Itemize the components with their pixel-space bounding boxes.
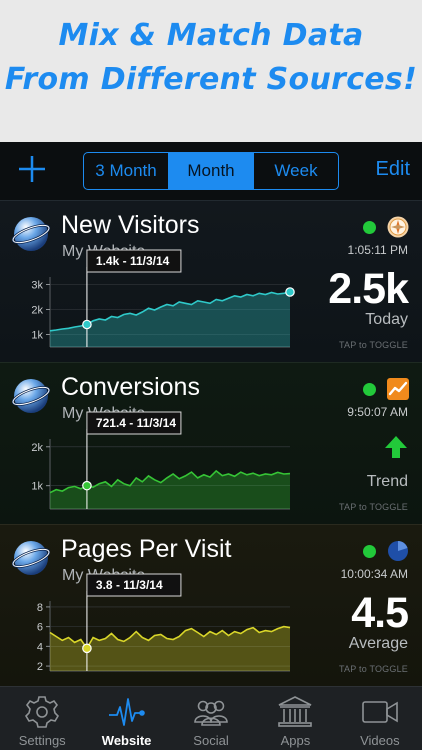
gear-icon (25, 696, 60, 728)
chart-tooltip-value: 3.8 - 11/3/14 (96, 578, 163, 592)
metric-period-label: Average (348, 635, 408, 652)
tap-to-toggle-hint: TAP to TOGGLE (339, 664, 408, 674)
banner-headline-2: From Different Sources! (4, 62, 418, 97)
chart-y-tick-label: 8 (37, 602, 43, 614)
pulse-icon (108, 698, 145, 726)
chart-y-tick-label: 3k (31, 280, 43, 292)
chart-selected-point (82, 480, 92, 491)
compass-icon (387, 216, 409, 238)
chart-selected-point (82, 319, 92, 330)
last-updated-time: 9:50:07 AM (347, 405, 408, 419)
metric-card-new-visitors[interactable]: New Visitors My Website 1:05:11 PM 2.5k … (0, 200, 422, 362)
metric-period-label: Today (365, 311, 408, 328)
up-arrow-icon (385, 436, 407, 458)
segment-month[interactable]: Month (169, 153, 254, 189)
chart-tooltip-value: 721.4 - 11/3/14 (96, 416, 176, 430)
tab-settings[interactable]: Settings (0, 687, 84, 750)
chart-end-point (285, 287, 295, 297)
chart-selected-point (82, 643, 92, 654)
tap-to-toggle-hint: TAP to TOGGLE (339, 502, 408, 512)
chart-y-tick-label: 2k (31, 305, 43, 317)
segment-3-month[interactable]: 3 Month (84, 153, 169, 189)
status-dot-icon (363, 545, 376, 558)
chart-tooltip-value: 1.4k - 11/3/14 (96, 254, 170, 268)
tab-label: Settings (18, 733, 66, 748)
chart-y-tick-label: 2k (31, 442, 43, 454)
tab-apps[interactable]: Apps (253, 687, 337, 750)
tab-label: Website (101, 733, 152, 748)
chart-y-tick-label: 6 (37, 622, 43, 634)
metric-card-pages-per-visit[interactable]: Pages Per Visit My Website 10:00:34 AM 4… (0, 524, 422, 686)
add-button[interactable] (16, 151, 48, 187)
chart-tooltip-date: - 11/3/14 (119, 254, 169, 268)
tab-label: Social (193, 733, 229, 748)
bank-icon (278, 696, 313, 727)
tab-label: Videos (360, 733, 400, 748)
plus-icon (19, 156, 45, 182)
chart-tooltip-date: - 11/3/14 (126, 416, 176, 430)
chart-y-tick-label: 4 (37, 641, 43, 653)
tab-videos[interactable]: Videos (338, 687, 422, 750)
pages-per-visit-chart: 8 6 4 2 3.8 - 11/3/14 (37, 573, 291, 673)
chart-area (50, 292, 290, 347)
status-dot-icon (363, 383, 376, 396)
edit-button[interactable]: Edit (376, 158, 410, 181)
range-segmented-control: 3 Month Month Week (83, 152, 339, 190)
metric-period-label: Trend (366, 473, 408, 490)
chart-tooltip-date: - 11/3/14 (113, 578, 163, 592)
video-camera-icon (362, 701, 398, 723)
conversions-chart: 2k 1k 721.4 - 11/3/14 (31, 411, 291, 510)
chart-y-tick-label: 2 (37, 661, 43, 673)
metric-value: 4.5 (351, 589, 409, 637)
chart-y-tick-label: 1k (31, 481, 43, 493)
metric-value: 2.5k (328, 265, 409, 313)
promo-banner: Mix & Match Data From Different Sources! (0, 0, 422, 142)
last-updated-time: 10:00:34 AM (340, 567, 408, 581)
analytics-icon (387, 378, 409, 400)
status-dot-icon (363, 221, 376, 234)
visitors-chart: 3k 2k 1k 1.4k - 11/3/14 (31, 249, 295, 348)
tab-label: Apps (280, 733, 311, 748)
last-updated-time: 1:05:11 PM (347, 243, 408, 257)
tab-website[interactable]: Website (84, 687, 168, 750)
segment-week[interactable]: Week (254, 153, 338, 189)
banner-headline-1: Mix & Match Data (58, 18, 364, 53)
pie-chart-icon (388, 541, 408, 561)
bottom-tab-bar: Settings Website Social Apps Videos (0, 686, 422, 750)
tap-to-toggle-hint: TAP to TOGGLE (339, 340, 408, 350)
chart-y-tick-label: 1k (31, 330, 43, 342)
metric-card-conversions[interactable]: Conversions My Website 9:50:07 AM Trend … (0, 362, 422, 524)
top-toolbar: 3 Month Month Week Edit (0, 142, 422, 200)
tab-social[interactable]: Social (169, 687, 253, 750)
people-icon (194, 700, 228, 726)
